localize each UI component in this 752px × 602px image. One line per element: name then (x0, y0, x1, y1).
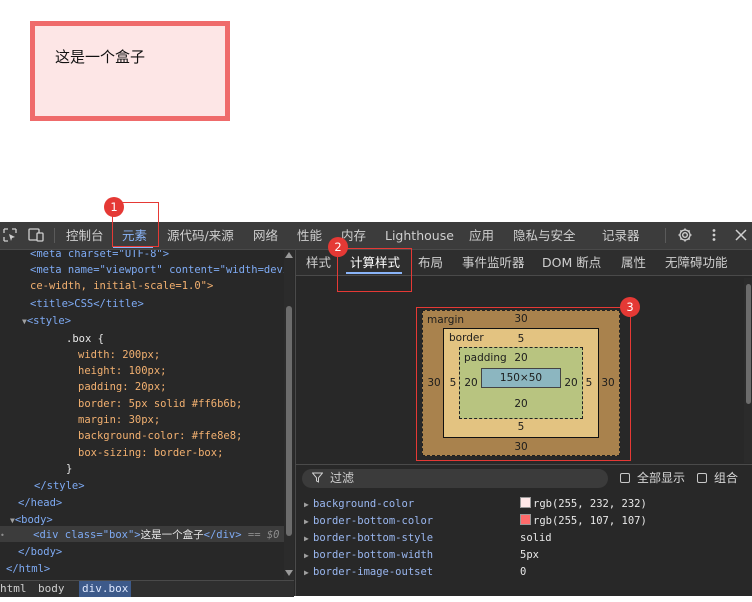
annotation-badge-2: 2 (328, 237, 348, 257)
scroll-down-icon[interactable] (285, 570, 293, 576)
property-row[interactable]: ▶ border-image-outset 0 (296, 564, 752, 581)
breadcrumb-div-box[interactable]: div.box (79, 581, 132, 597)
scrollbar-thumb[interactable] (286, 306, 292, 536)
computed-property-list: ▶ background-color rgb(255, 232, 232) ▶ … (296, 492, 752, 602)
expand-arrow-icon[interactable]: ▶ (304, 530, 309, 547)
demo-box-text: 这是一个盒子 (55, 48, 146, 66)
inspect-icon[interactable] (2, 227, 18, 243)
computed-scrollbar[interactable] (744, 278, 752, 463)
tab-performance[interactable]: 性能 (297, 222, 322, 249)
expand-arrow-icon[interactable]: ▶ (304, 564, 309, 581)
css-rule: box-sizing: border-box; (78, 447, 224, 459)
css-rule: margin: 30px; (78, 414, 161, 426)
group-label[interactable]: 组合 (714, 469, 738, 488)
show-all-label[interactable]: 全部显示 (637, 469, 685, 488)
dom-node-html-close[interactable]: </html> (6, 561, 50, 577)
color-swatch[interactable] (520, 514, 531, 525)
elements-tree: <meta charset="UTF-8"> <meta name="viewp… (0, 250, 294, 580)
tab-application[interactable]: 应用 (469, 222, 494, 249)
subtab-event-listeners[interactable]: 事件监听器 (462, 250, 525, 275)
tab-sources[interactable]: 源代码/来源 (167, 222, 234, 249)
expand-arrow-icon[interactable]: ▶ (304, 547, 309, 564)
css-rule: border: 5px solid #ff6b6b; (78, 398, 243, 410)
property-row[interactable]: ▶ background-color rgb(255, 232, 232) (296, 496, 752, 513)
close-icon[interactable] (733, 227, 749, 243)
breadcrumb: html body div.box (0, 580, 294, 597)
group-checkbox[interactable] (697, 473, 707, 483)
elements-scrollbar[interactable] (284, 250, 294, 580)
color-swatch[interactable] (520, 497, 531, 508)
expand-arrow-icon[interactable]: ▶ (304, 496, 309, 513)
gear-icon[interactable] (677, 227, 693, 243)
subtab-layout[interactable]: 布局 (418, 250, 443, 275)
breadcrumb-body[interactable]: body (38, 581, 65, 597)
property-row[interactable]: ▶ border-bottom-width 5px (296, 547, 752, 564)
scroll-up-icon[interactable] (285, 252, 293, 258)
annotation-box-2 (337, 248, 412, 292)
dom-node-meta-viewport[interactable]: <meta name="viewport" content="width=dev… (30, 262, 289, 278)
divider (54, 228, 55, 243)
show-all-checkbox[interactable] (620, 473, 630, 483)
device-toolbar-icon[interactable] (27, 227, 45, 243)
annotation-box-3 (416, 307, 631, 461)
divider (665, 228, 666, 243)
subtab-properties[interactable]: 属性 (621, 250, 646, 275)
tab-network[interactable]: 网络 (253, 222, 278, 249)
tab-console[interactable]: 控制台 (66, 222, 104, 249)
dom-node-head-close[interactable]: </head> (18, 495, 62, 511)
tab-lighthouse[interactable]: Lighthouse (385, 222, 454, 249)
tab-recorder[interactable]: 记录器 (602, 222, 640, 249)
scrollbar-thumb[interactable] (746, 284, 751, 404)
dom-node-div-box[interactable]: • <div class="box">这是一个盒子</div> == $0 (0, 527, 280, 543)
dom-node-style-close[interactable]: </style> (34, 478, 85, 494)
filter-icon (312, 472, 323, 483)
dom-node-style[interactable]: ▼<style> (22, 313, 71, 329)
subtab-accessibility[interactable]: 无障碍功能 (665, 250, 728, 275)
filter-bar: 过滤 全部显示 组合 (296, 464, 752, 491)
subtab-styles[interactable]: 样式 (306, 250, 331, 275)
property-row[interactable]: ▶ border-bottom-color rgb(255, 107, 107) (296, 513, 752, 530)
dom-node-body-close[interactable]: </body> (18, 544, 62, 560)
annotation-badge-1: 1 (104, 197, 124, 217)
more-vertical-icon[interactable] (706, 227, 722, 243)
expand-arrow-icon[interactable]: ▶ (304, 513, 309, 530)
dom-node-meta-viewport-cont: ce-width, initial-scale=1.0"> (30, 280, 214, 292)
subtab-dom-breakpoints[interactable]: DOM 断点 (542, 250, 601, 275)
demo-box: 这是一个盒子 (30, 21, 230, 121)
css-rule: background-color: #ffe8e8; (78, 430, 243, 442)
breadcrumb-html[interactable]: html (0, 581, 27, 597)
dom-node-title[interactable]: <title>CSS</title> (30, 296, 144, 312)
css-rule: padding: 20px; (78, 381, 167, 393)
css-rule: width: 200px; (78, 349, 161, 361)
filter-placeholder: 过滤 (330, 471, 355, 485)
css-selector: .box { (66, 333, 104, 345)
css-rule: height: 100px; (78, 365, 167, 377)
annotation-badge-3: 3 (620, 297, 640, 317)
tab-privacy-security[interactable]: 隐私与安全 (513, 222, 576, 249)
css-close: } (66, 463, 73, 475)
dom-node-meta-charset[interactable]: <meta charset="UTF-8"> (30, 250, 169, 262)
property-row[interactable]: ▶ border-bottom-style solid (296, 530, 752, 547)
